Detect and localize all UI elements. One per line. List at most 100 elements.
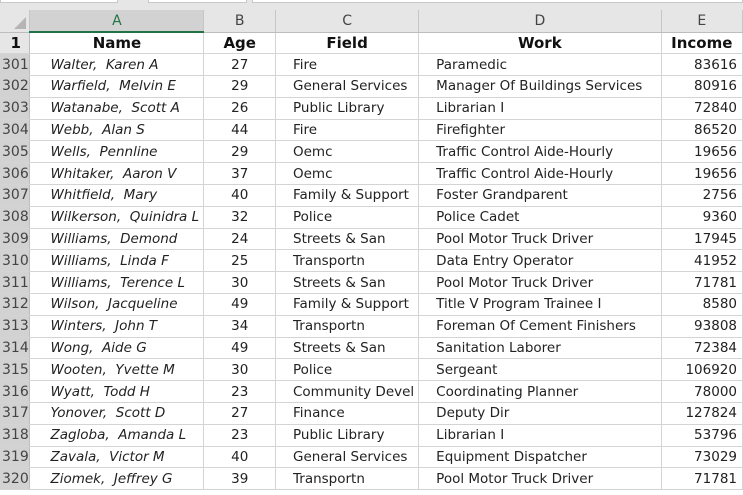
cell-name[interactable]: Warfield, Melvin E: [29, 75, 205, 98]
cell-income[interactable]: 9360: [661, 206, 743, 229]
cell-age[interactable]: 25: [203, 249, 276, 273]
cell-income[interactable]: 78000: [661, 380, 743, 404]
cell-work[interactable]: Title V Program Trainee I: [418, 293, 662, 316]
cell-work[interactable]: Data Entry Operator: [418, 249, 662, 273]
row-number[interactable]: 319: [0, 446, 31, 469]
cell-income[interactable]: 106920: [661, 358, 743, 382]
cell-work[interactable]: Sanitation Laborer: [418, 337, 662, 360]
cell-work[interactable]: Pool Motor Truck Driver: [418, 271, 662, 295]
row-number[interactable]: 313: [0, 315, 31, 338]
cell-age[interactable]: 34: [203, 315, 276, 338]
cell-name[interactable]: Zagloba, Amanda L: [29, 424, 205, 447]
cell-field[interactable]: Transportn: [275, 249, 420, 273]
cell-income[interactable]: 17945: [661, 228, 743, 251]
cell-field[interactable]: Family & Support: [275, 293, 420, 316]
cell-field[interactable]: Transportn: [275, 315, 420, 338]
row-number[interactable]: 318: [0, 424, 31, 447]
row-number[interactable]: 305: [0, 140, 31, 164]
row-number[interactable]: 316: [0, 380, 31, 404]
cell-field[interactable]: Police: [275, 358, 420, 382]
cell-name[interactable]: Wilson, Jacqueline: [29, 293, 205, 316]
cell-field[interactable]: Streets & San: [275, 228, 420, 251]
cell-field[interactable]: Oemc: [275, 140, 420, 164]
column-header-b[interactable]: B: [203, 10, 276, 33]
cell-field[interactable]: General Services: [275, 446, 420, 469]
cell-income[interactable]: 8580: [661, 293, 743, 316]
row-number[interactable]: 312: [0, 293, 31, 316]
select-all-button[interactable]: [0, 10, 31, 33]
cell-work[interactable]: Foster Grandparent: [418, 184, 662, 207]
cell-age[interactable]: 49: [203, 337, 276, 360]
cell-income[interactable]: 83616: [661, 53, 743, 77]
cell-income[interactable]: 19656: [661, 140, 743, 164]
cell-field[interactable]: Streets & San: [275, 271, 420, 295]
cell-income[interactable]: 41952: [661, 249, 743, 273]
cell-work[interactable]: Foreman Of Cement Finishers: [418, 315, 662, 338]
row-number[interactable]: 309: [0, 228, 31, 251]
cell-income[interactable]: 72840: [661, 97, 743, 120]
cell-age[interactable]: 27: [203, 53, 276, 77]
header-cell-income[interactable]: Income: [661, 32, 743, 55]
cell-field[interactable]: Community Devel: [275, 380, 420, 404]
cell-age[interactable]: 39: [203, 467, 276, 491]
cell-income[interactable]: 71781: [661, 271, 743, 295]
cell-work[interactable]: Coordinating Planner: [418, 380, 662, 404]
cell-work[interactable]: Deputy Dir: [418, 402, 662, 425]
cell-field[interactable]: Public Library: [275, 97, 420, 120]
cell-work[interactable]: Traffic Control Aide-Hourly: [418, 140, 662, 164]
cell-age[interactable]: 40: [203, 184, 276, 207]
cell-name[interactable]: Wong, Aide G: [29, 337, 205, 360]
row-number[interactable]: 308: [0, 206, 31, 229]
row-number[interactable]: 311: [0, 271, 31, 295]
cell-age[interactable]: 37: [203, 162, 276, 186]
cell-name[interactable]: Whitaker, Aaron V: [29, 162, 205, 186]
cell-name[interactable]: Wells, Pennline: [29, 140, 205, 164]
row-number[interactable]: 1: [0, 32, 31, 55]
cell-field[interactable]: Finance: [275, 402, 420, 425]
row-number[interactable]: 307: [0, 184, 31, 207]
cell-work[interactable]: Pool Motor Truck Driver: [418, 228, 662, 251]
cell-income[interactable]: 2756: [661, 184, 743, 207]
cell-work[interactable]: Sergeant: [418, 358, 662, 382]
cell-income[interactable]: 80916: [661, 75, 743, 98]
row-number[interactable]: 302: [0, 75, 31, 98]
name-box[interactable]: [0, 0, 118, 3]
cell-age[interactable]: 30: [203, 358, 276, 382]
cell-work[interactable]: Paramedic: [418, 53, 662, 77]
cell-name[interactable]: Whitfield, Mary: [29, 184, 205, 207]
cell-name[interactable]: Williams, Terence L: [29, 271, 205, 295]
cell-age[interactable]: 32: [203, 206, 276, 229]
cell-name[interactable]: Watanabe, Scott A: [29, 97, 205, 120]
cell-age[interactable]: 27: [203, 402, 276, 425]
row-number[interactable]: 314: [0, 337, 31, 360]
row-number[interactable]: 304: [0, 119, 31, 142]
cell-field[interactable]: Streets & San: [275, 337, 420, 360]
formula-bar[interactable]: [252, 0, 743, 3]
header-cell-field[interactable]: Field: [275, 32, 420, 55]
cell-income[interactable]: 86520: [661, 119, 743, 142]
row-number[interactable]: 320: [0, 467, 31, 491]
cell-age[interactable]: 26: [203, 97, 276, 120]
row-number[interactable]: 303: [0, 97, 31, 120]
row-number[interactable]: 301: [0, 53, 31, 77]
header-cell-work[interactable]: Work: [418, 32, 662, 55]
cell-name[interactable]: Williams, Linda F: [29, 249, 205, 273]
row-number[interactable]: 306: [0, 162, 31, 186]
cell-work[interactable]: Traffic Control Aide-Hourly: [418, 162, 662, 186]
cell-name[interactable]: Yonover, Scott D: [29, 402, 205, 425]
cell-field[interactable]: General Services: [275, 75, 420, 98]
cell-name[interactable]: Webb, Alan S: [29, 119, 205, 142]
cell-field[interactable]: Fire: [275, 53, 420, 77]
cell-income[interactable]: 71781: [661, 467, 743, 491]
cell-age[interactable]: 29: [203, 75, 276, 98]
cell-field[interactable]: Family & Support: [275, 184, 420, 207]
cell-name[interactable]: Walter, Karen A: [29, 53, 205, 77]
cell-work[interactable]: Librarian I: [418, 424, 662, 447]
cell-name[interactable]: Williams, Demond: [29, 228, 205, 251]
cell-income[interactable]: 127824: [661, 402, 743, 425]
header-cell-age[interactable]: Age: [203, 32, 276, 55]
cell-name[interactable]: Zavala, Victor M: [29, 446, 205, 469]
column-header-a[interactable]: A: [29, 10, 205, 33]
column-header-d[interactable]: D: [418, 10, 662, 33]
cell-age[interactable]: 40: [203, 446, 276, 469]
